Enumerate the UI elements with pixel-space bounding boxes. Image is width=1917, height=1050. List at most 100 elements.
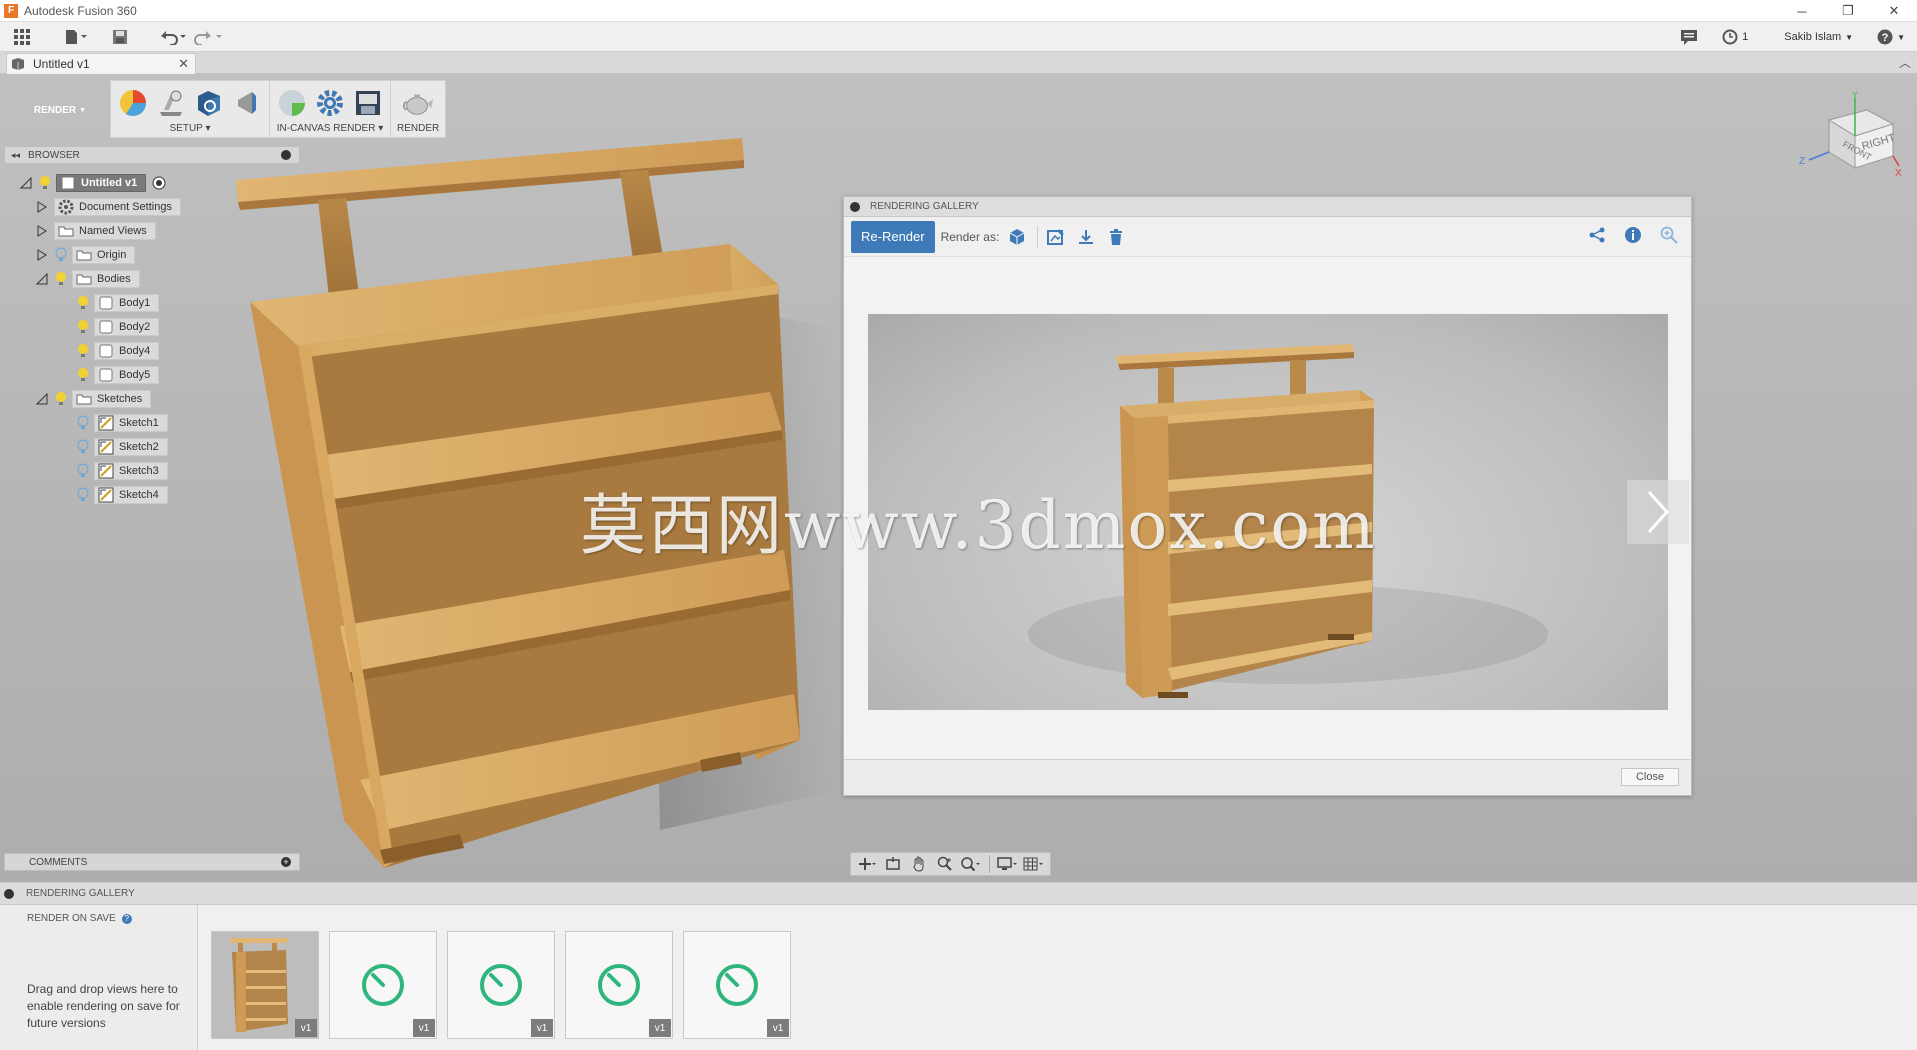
notifications-icon[interactable] <box>1680 29 1698 45</box>
capture-image-icon[interactable] <box>352 87 384 119</box>
look-at-icon[interactable] <box>881 854 905 874</box>
close-tab-icon[interactable]: ✕ <box>178 56 189 72</box>
info-icon[interactable] <box>1621 223 1645 247</box>
collapse-toolbar-icon[interactable]: ︿ <box>1899 54 1911 71</box>
gallery-thumbnail[interactable]: v1 <box>329 931 437 1039</box>
collapsed-arrow-icon[interactable] <box>36 225 48 237</box>
collapse-dialog-icon[interactable] <box>850 201 860 212</box>
minimize-button[interactable]: ─ <box>1779 0 1825 22</box>
setup-menu[interactable]: SETUP ▾ <box>170 123 211 134</box>
visibility-bulb-icon[interactable] <box>54 271 68 287</box>
tree-item-sketches[interactable]: Sketches <box>36 389 152 409</box>
document-tab[interactable]: Untitled v1 ✕ <box>6 53 196 74</box>
gallery-dialog-header[interactable]: RENDERING GALLERY <box>844 197 1691 217</box>
file-menu-icon[interactable] <box>62 25 90 49</box>
pan-hand-icon[interactable] <box>907 854 931 874</box>
redo-icon[interactable] <box>194 25 224 49</box>
delete-icon[interactable] <box>1104 225 1128 249</box>
add-comment-icon[interactable]: + <box>281 857 291 867</box>
grid-settings-icon[interactable] <box>1022 854 1046 874</box>
edit-image-icon[interactable] <box>1044 225 1068 249</box>
help-menu[interactable]: ? ▼ <box>1877 29 1905 45</box>
undo-icon[interactable] <box>158 25 188 49</box>
help-icon[interactable]: ? <box>121 913 132 924</box>
visibility-bulb-icon[interactable] <box>76 439 90 455</box>
collapse-panel-icon[interactable]: ◂◂ <box>11 150 20 161</box>
download-icon[interactable] <box>1074 225 1098 249</box>
in-canvas-render-icon[interactable] <box>276 87 308 119</box>
job-status[interactable]: 1 <box>1722 29 1748 45</box>
texture-map-icon[interactable] <box>193 87 225 119</box>
visibility-bulb-icon[interactable] <box>76 415 90 431</box>
orbit-icon[interactable] <box>855 854 879 874</box>
setup-group: SETUP ▾ <box>111 81 270 137</box>
visibility-bulb-icon[interactable] <box>76 487 90 503</box>
expanded-arrow-icon[interactable] <box>36 393 48 405</box>
tree-item-document-settings[interactable]: Document Settings <box>36 197 181 217</box>
sketch-icon <box>97 415 115 431</box>
tree-item-body5[interactable]: Body5 <box>76 365 160 385</box>
zoom-icon[interactable] <box>1657 223 1681 247</box>
document-icon <box>12 58 24 70</box>
render-teapot-icon[interactable] <box>402 87 434 119</box>
visibility-bulb-icon[interactable] <box>76 343 90 359</box>
svg-text:?: ? <box>1882 32 1889 44</box>
visibility-bulb-icon[interactable] <box>38 175 52 191</box>
axis-y-label: Y <box>1852 90 1858 100</box>
tree-item-sketch4[interactable]: Sketch4 <box>76 485 168 505</box>
appearance-icon[interactable] <box>117 87 149 119</box>
collapsed-arrow-icon[interactable] <box>36 249 48 261</box>
visibility-bulb-icon[interactable] <box>76 295 90 311</box>
browser-options-icon[interactable] <box>281 150 291 160</box>
decal-icon[interactable] <box>231 87 263 119</box>
tree-item-body2[interactable]: Body2 <box>76 317 160 337</box>
zoom-icon[interactable] <box>933 854 957 874</box>
visibility-bulb-icon[interactable] <box>76 319 90 335</box>
data-panel-grid-icon[interactable] <box>8 25 36 49</box>
next-image-button[interactable] <box>1627 480 1689 544</box>
tree-root-label: Untitled v1 <box>81 177 138 189</box>
tree-item-origin[interactable]: Origin <box>36 245 136 265</box>
browser-header[interactable]: ◂◂ BROWSER <box>4 146 300 164</box>
gallery-thumbnail[interactable]: v1 <box>447 931 555 1039</box>
share-icon[interactable] <box>1585 223 1609 247</box>
tree-item-sketch2[interactable]: Sketch2 <box>76 437 168 457</box>
fit-zoom-icon[interactable] <box>959 854 983 874</box>
gallery-thumbnail[interactable]: v1 <box>565 931 673 1039</box>
view-cube[interactable]: FRONT RIGHT Y Z X <box>1795 90 1905 190</box>
tree-item-named-views[interactable]: Named Views <box>36 221 156 241</box>
gallery-thumbnail[interactable]: v1 <box>683 931 791 1039</box>
user-menu[interactable]: Sakib Islam ▼ <box>1784 31 1853 43</box>
tree-item-body4[interactable]: Body4 <box>76 341 160 361</box>
save-icon[interactable] <box>106 25 134 49</box>
tree-item-sketch1[interactable]: Sketch1 <box>76 413 168 433</box>
visibility-bulb-icon[interactable] <box>54 247 68 263</box>
display-settings-icon[interactable] <box>996 854 1020 874</box>
render-settings-gear-icon[interactable] <box>314 87 346 119</box>
in-canvas-render-menu[interactable]: IN-CANVAS RENDER ▾ <box>277 123 384 134</box>
expanded-arrow-icon[interactable] <box>36 273 48 285</box>
comments-panel[interactable]: COMMENTS + <box>4 853 300 871</box>
re-render-button[interactable]: Re-Render <box>851 220 935 253</box>
gallery-thumbnail[interactable]: v1 <box>211 931 319 1039</box>
tree-item-bodies[interactable]: Bodies <box>36 269 140 289</box>
workspace-switcher[interactable]: RENDER ▼ <box>12 80 108 140</box>
version-badge: v1 <box>649 1019 671 1037</box>
scene-settings-icon[interactable] <box>155 87 187 119</box>
strip-header[interactable]: RENDERING GALLERY <box>0 883 1917 905</box>
visibility-bulb-icon[interactable] <box>54 391 68 407</box>
close-button[interactable]: Close <box>1621 768 1679 786</box>
restore-button[interactable]: ❐ <box>1825 0 1871 22</box>
tree-root[interactable]: Untitled v1 <box>20 173 166 193</box>
visibility-bulb-icon[interactable] <box>76 463 90 479</box>
visibility-bulb-icon[interactable] <box>76 367 90 383</box>
tree-item-label: Body4 <box>119 345 151 357</box>
expanded-arrow-icon[interactable] <box>20 177 32 189</box>
collapsed-arrow-icon[interactable] <box>36 201 48 213</box>
render-as-3d-icon[interactable] <box>1005 225 1029 249</box>
collapse-strip-icon[interactable] <box>4 888 14 899</box>
activate-radio-icon[interactable] <box>152 176 166 190</box>
tree-item-body1[interactable]: Body1 <box>76 293 160 313</box>
tree-item-sketch3[interactable]: Sketch3 <box>76 461 168 481</box>
close-window-button[interactable]: ✕ <box>1871 0 1917 22</box>
